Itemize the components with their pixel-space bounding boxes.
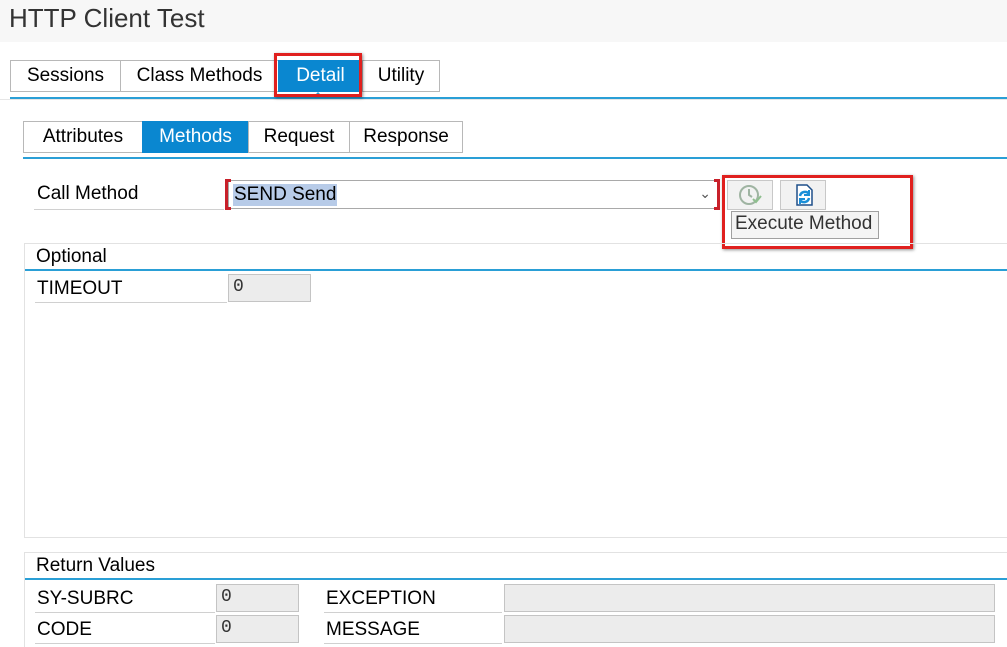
label-underline [324,643,502,644]
exception-label: EXCEPTION [326,588,436,609]
tab-methods[interactable]: Methods [142,121,248,153]
outer-tab-strip: Sessions Class Methods Detail Utility [10,60,440,92]
focus-bracket-left [225,179,231,210]
label-underline [35,302,227,303]
tab-utility[interactable]: Utility [362,60,440,92]
label-underline [35,643,215,644]
tab-class-methods[interactable]: Class Methods [120,60,278,92]
return-values-header: Return Values [25,553,1007,580]
title-bar: HTTP Client Test [0,0,1007,42]
label-underline [324,612,502,613]
tab-underline [10,97,1007,99]
message-label: MESSAGE [326,619,420,640]
exception-field[interactable] [504,584,995,612]
return-values-group: Return Values SY-SUBRC 0 EXCEPTION CODE … [24,552,1007,647]
inner-tab-underline [23,157,1007,159]
tab-sessions[interactable]: Sessions [10,60,120,92]
code-field[interactable]: 0 [216,615,299,643]
timeout-field[interactable]: 0 [228,274,311,302]
return-values-title: Return Values [36,555,155,576]
code-label: CODE [37,619,92,640]
focus-bracket-right [714,179,720,210]
sy-subrc-field[interactable]: 0 [216,584,299,612]
sy-subrc-label: SY-SUBRC [37,588,134,609]
call-method-value: SEND Send [233,184,338,206]
tab-attributes[interactable]: Attributes [23,121,142,153]
optional-group: Optional TIMEOUT 0 [24,243,1007,538]
label-underline [34,209,224,210]
detail-tab-highlight [274,53,362,97]
timeout-label: TIMEOUT [37,278,123,299]
tab-request[interactable]: Request [248,121,349,153]
page-title: HTTP Client Test [9,3,205,33]
call-method-select[interactable]: SEND Send ⌄ [228,180,718,209]
divider [0,99,1007,100]
message-field[interactable] [504,615,995,643]
label-underline [35,612,215,613]
chevron-down-icon[interactable]: ⌄ [699,185,711,202]
optional-title: Optional [36,246,107,267]
call-method-label: Call Method [37,183,139,204]
execute-method-highlight [722,175,913,249]
optional-header: Optional [25,244,1007,271]
tab-response[interactable]: Response [349,121,463,153]
inner-tab-strip: Attributes Methods Request Response [23,121,463,153]
